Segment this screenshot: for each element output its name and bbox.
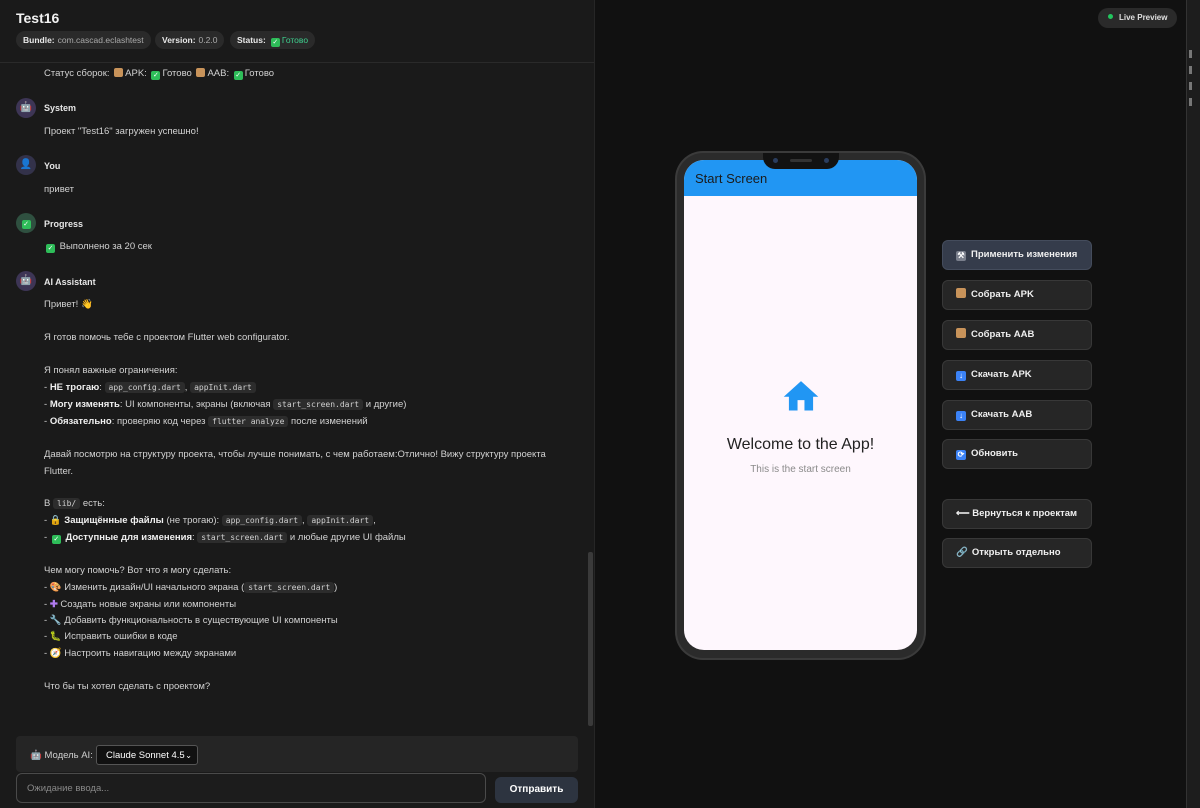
send-button[interactable]: Отправить bbox=[495, 777, 578, 803]
check-icon: ✓ bbox=[270, 38, 280, 47]
ai-constraints-head: Я понял важные ограничения: bbox=[44, 365, 178, 376]
ai-help-1: - 🎨 Изменить дизайн/UI начального экрана… bbox=[44, 582, 338, 593]
chat-messages[interactable]: Статус сборок: APK: ✓ Готово AAB: ✓ Готово… bbox=[0, 63, 588, 725]
palette-icon: 🎨 bbox=[49, 582, 62, 593]
package-icon bbox=[956, 328, 966, 338]
download-icon: ↓ bbox=[956, 411, 966, 421]
preview-appbar-title: Start Screen bbox=[695, 171, 768, 186]
back-to-projects-button[interactable]: ⟵ Вернуться к проектам bbox=[942, 499, 1092, 529]
project-header: Test16 Bundle: com.cascad.eclashtest Vers… bbox=[0, 0, 594, 63]
message-sender: You bbox=[44, 161, 61, 171]
ai-constraint-1: - НЕ трогаю: app_config.dart, appInit.da… bbox=[44, 382, 256, 393]
download-icon: ↓ bbox=[956, 371, 966, 381]
home-icon bbox=[783, 381, 819, 411]
status-chip: Status: ✓ Готово bbox=[230, 31, 316, 49]
assistant-avatar-icon: 🤖 bbox=[16, 271, 36, 291]
download-apk-button[interactable]: ↓ Скачать APK bbox=[942, 360, 1092, 390]
check-icon: ✓ bbox=[233, 71, 243, 80]
ai-look-line2: Flutter. bbox=[44, 466, 74, 477]
check-icon: ✓ bbox=[51, 535, 61, 544]
ai-help-2: - ✚ Создать новые экраны или компоненты bbox=[44, 599, 237, 610]
hammer-icon: ⚒ bbox=[956, 251, 966, 261]
preview-screen[interactable]: Start Screen Welcome to the App! This is… bbox=[684, 160, 917, 650]
ai-help-3: - 🔧 Добавить функциональность в существу… bbox=[44, 615, 338, 626]
model-select[interactable]: Claude Sonnet 4.5 ⌄ bbox=[96, 745, 198, 765]
live-dot-icon bbox=[1108, 14, 1113, 19]
user-avatar-icon: 👤 bbox=[16, 155, 36, 175]
refresh-icon: ⟳ bbox=[956, 450, 966, 460]
refresh-button[interactable]: ⟳ Обновить bbox=[942, 439, 1092, 469]
chevron-down-icon: ⌄ bbox=[185, 751, 192, 760]
model-label: 🤖 Модель AI: bbox=[30, 750, 93, 761]
ai-protected-files: - 🔒 Защищённые файлы (не трогаю): app_co… bbox=[44, 515, 376, 526]
ai-greeting: Привет! 👋 bbox=[44, 299, 93, 310]
download-aab-button[interactable]: ↓ Скачать AAB bbox=[942, 400, 1092, 430]
ai-help-5: - 🧭 Настроить навигацию между экранами bbox=[44, 648, 237, 659]
robot-icon: 🤖 bbox=[30, 750, 42, 761]
ai-help-4: - 🐛 Исправить ошибки в коде bbox=[44, 631, 178, 642]
message-sender: AI Assistant bbox=[44, 277, 96, 287]
wrench-icon: 🔧 bbox=[49, 615, 62, 626]
wave-icon: 👋 bbox=[80, 299, 93, 310]
navigation-icon: 🧭 bbox=[49, 648, 62, 659]
message-text: ✓ Выполнено за 20 сек bbox=[46, 241, 152, 253]
ai-intro: Я готов помочь тебе с проектом Flutter w… bbox=[44, 332, 290, 343]
project-title: Test16 bbox=[16, 10, 60, 26]
chat-panel: Test16 Bundle: com.cascad.eclashtest Vers… bbox=[0, 0, 595, 808]
model-bar: 🤖 Модель AI: Claude Sonnet 4.5 ⌄ bbox=[16, 736, 578, 772]
ai-constraint-2: - Могу изменять: UI компоненты, экраны (… bbox=[44, 399, 407, 410]
live-preview-badge: Live Preview bbox=[1098, 8, 1178, 28]
arrow-left-icon: ⟵ bbox=[956, 508, 973, 519]
system-avatar-icon: 🤖 bbox=[16, 98, 36, 118]
check-icon: ✓ bbox=[46, 244, 55, 253]
build-aab-button[interactable]: Собрать AAB bbox=[942, 320, 1092, 350]
ai-help-head: Чем могу помочь? Вот что я могу сделать: bbox=[44, 565, 232, 576]
bundle-chip: Bundle: com.cascad.eclashtest bbox=[16, 31, 151, 49]
ai-editable-files: - ✓ Доступные для изменения: start_scree… bbox=[44, 532, 406, 544]
link-icon: 🔗 bbox=[956, 547, 968, 558]
apply-changes-button[interactable]: ⚒ Применить изменения bbox=[942, 240, 1092, 270]
package-icon bbox=[196, 68, 206, 77]
message-sender: System bbox=[44, 103, 77, 113]
package-icon bbox=[956, 288, 966, 298]
message-text: привет bbox=[44, 184, 74, 195]
package-icon bbox=[114, 68, 124, 77]
open-separately-button[interactable]: 🔗 Открыть отдельно bbox=[942, 538, 1092, 568]
chat-scrollbar[interactable] bbox=[588, 552, 593, 726]
progress-avatar-icon: ✓ bbox=[16, 213, 36, 233]
ai-look-line1: Давай посмотрю на структуру проекта, что… bbox=[44, 449, 546, 460]
version-chip: Version: 0.2.0 bbox=[155, 31, 225, 49]
lock-icon: 🔒 bbox=[49, 515, 62, 526]
welcome-subtitle: This is the start screen bbox=[750, 464, 851, 475]
ai-question: Что бы ты хотел сделать с проектом? bbox=[44, 681, 211, 692]
build-status-line: Статус сборок: APK: ✓ Готово AAB: ✓ Готово bbox=[44, 68, 275, 80]
build-apk-button[interactable]: Собрать APK bbox=[942, 280, 1092, 310]
phone-notch bbox=[763, 153, 839, 169]
side-edge bbox=[1186, 0, 1200, 808]
bug-icon: 🐛 bbox=[49, 631, 62, 642]
ai-lib-line: В lib/ есть: bbox=[44, 498, 105, 509]
check-icon: ✓ bbox=[151, 71, 161, 80]
welcome-title: Welcome to the App! bbox=[726, 436, 875, 453]
message-sender: Progress bbox=[44, 219, 84, 229]
plus-icon: ✚ bbox=[49, 599, 58, 610]
message-input[interactable]: Ожидание ввода... bbox=[16, 773, 486, 803]
message-text: Проект "Test16" загружен успешно! bbox=[44, 126, 199, 137]
ai-constraint-3: - Обязательно: проверяю код через flutte… bbox=[44, 416, 368, 427]
